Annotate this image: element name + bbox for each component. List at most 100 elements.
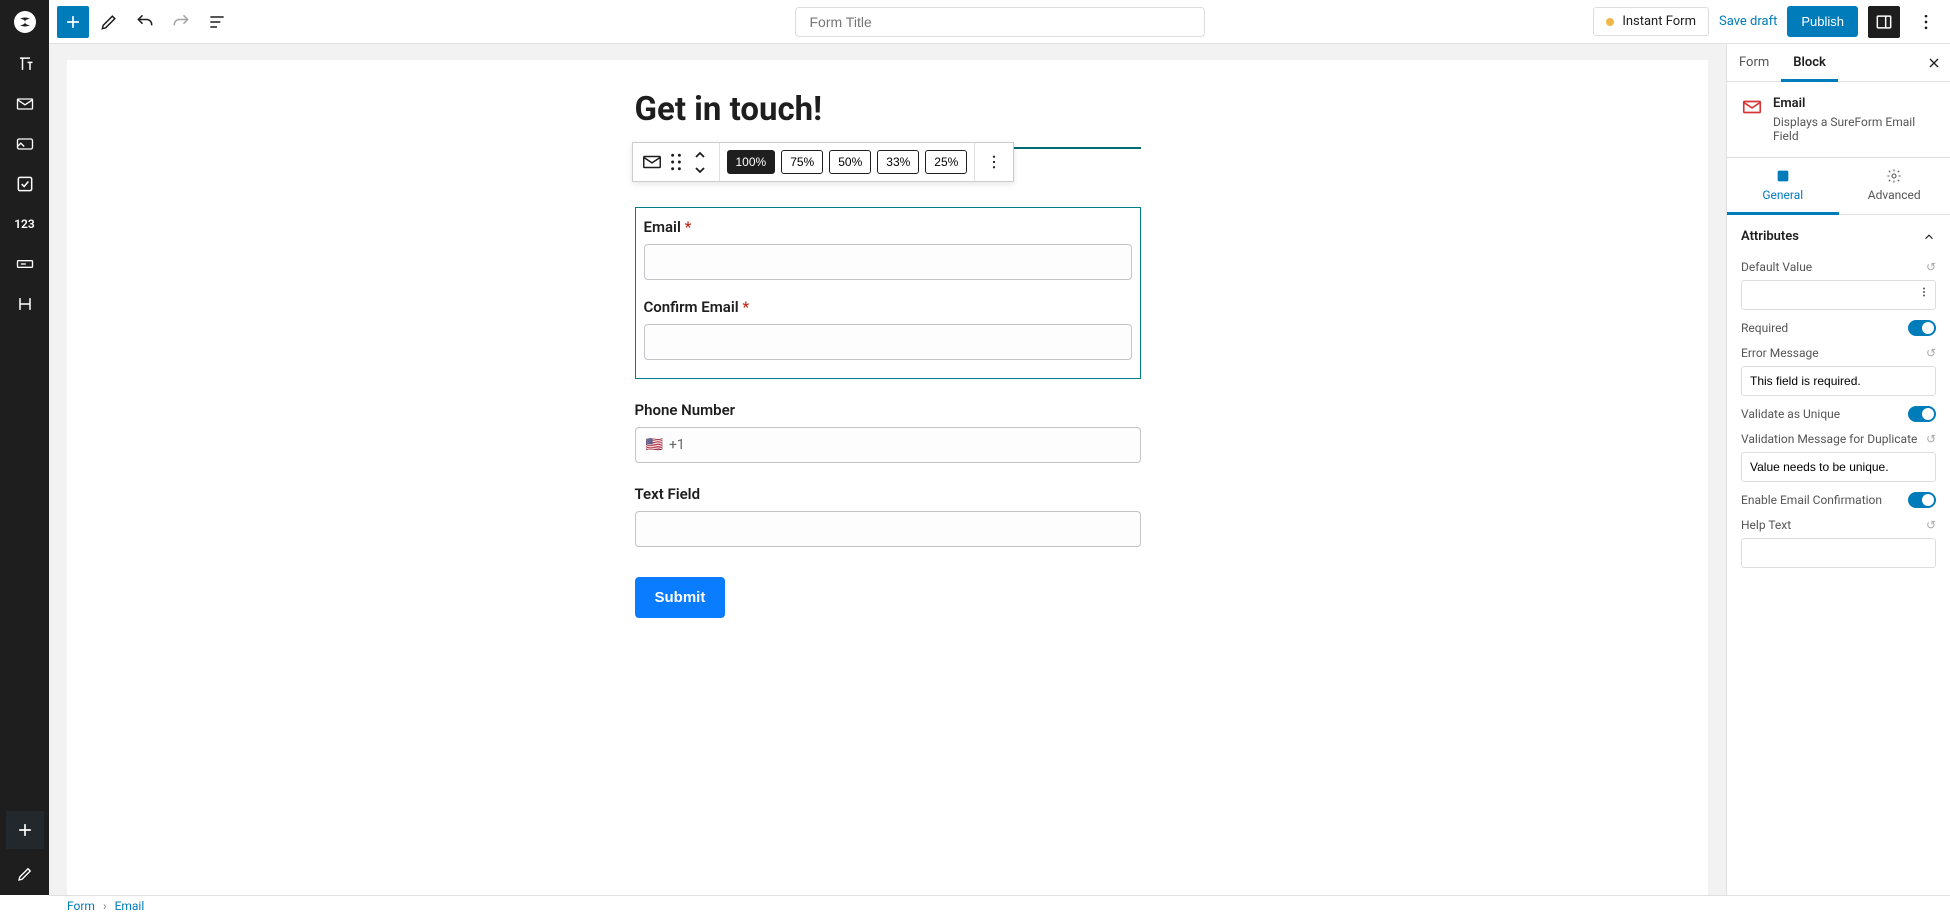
breadcrumb-current[interactable]: Email [115,899,145,913]
tab-form[interactable]: Form [1727,44,1781,81]
validate-unique-toggle[interactable] [1908,406,1936,422]
flag-icon[interactable]: 🇺🇸 [646,437,663,453]
add-block-button[interactable] [57,6,89,38]
rail-checkbox-field[interactable] [0,164,49,204]
block-header-icon [1741,96,1763,118]
attributes-toggle[interactable]: Attributes [1741,225,1936,250]
form-title-input[interactable] [795,7,1205,37]
move-up-button[interactable] [685,147,715,162]
more-options-button[interactable] [1910,6,1942,38]
rail-logo[interactable] [0,0,49,44]
rail-text-field[interactable] [0,44,49,84]
logo-icon [13,10,37,34]
reset-icon[interactable]: ↺ [1926,518,1936,532]
attr-validate-unique: Validate as Unique [1741,406,1936,422]
publish-button[interactable]: Publish [1787,6,1858,37]
width-100[interactable]: 100% [727,150,776,174]
phone-prefix: +1 [669,437,685,453]
confirm-email-input[interactable] [644,324,1132,360]
kebab-icon [985,153,1003,171]
block-type-button[interactable] [637,147,667,177]
required-label: Required [1741,321,1788,335]
gear-icon [1886,168,1902,184]
block-header-title: Email [1773,96,1936,111]
validation-dup-label: Validation Message for Duplicate [1741,432,1917,446]
width-33[interactable]: 33% [877,150,919,174]
required-toggle[interactable] [1908,320,1936,336]
block-toolbar: 100% 75% 50% 33% 25% [632,142,1015,182]
phone-input-wrap[interactable]: 🇺🇸 +1 [635,427,1141,463]
save-draft-button[interactable]: Save draft [1719,14,1777,29]
redo-button[interactable] [165,6,197,38]
sidebar-close-button[interactable] [1918,55,1950,71]
form-area: Get in touch! [635,90,1141,618]
enable-confirmation-toggle[interactable] [1908,492,1936,508]
breadcrumb-root[interactable]: Form [67,899,95,913]
tools-button[interactable] [93,6,125,38]
error-message-input[interactable] [1741,366,1936,396]
email-label-text: Email [644,218,681,236]
topbar-center [795,7,1205,37]
plus-icon [15,820,35,840]
attr-help-text: Help Text ↺ [1741,518,1936,568]
form-heading[interactable]: Get in touch! [635,90,1141,149]
attributes-section: Attributes Default Value ↺ Required [1727,215,1950,578]
document-overview-button[interactable] [201,6,233,38]
undo-button[interactable] [129,6,161,38]
card-icon [15,134,35,154]
phone-block[interactable]: Phone Number 🇺🇸 +1 [635,401,1141,463]
confirm-email-label-text: Confirm Email [644,298,739,316]
reset-icon[interactable]: ↺ [1926,346,1936,360]
email-input[interactable] [644,244,1132,280]
validation-dup-input[interactable] [1741,452,1936,482]
editor-canvas[interactable]: Get in touch! [49,44,1726,915]
submit-button[interactable]: Submit [635,577,726,618]
subtab-general[interactable]: General [1727,158,1839,215]
checkbox-icon [15,174,35,194]
email-block-selected[interactable]: Email * Confirm Email * [635,207,1141,379]
drag-handle[interactable] [667,147,685,177]
rail-email-field[interactable] [0,84,49,124]
heading-icon [15,294,35,314]
slider-icon [15,254,35,274]
width-25[interactable]: 25% [925,150,967,174]
subtab-advanced-label: Advanced [1868,188,1921,202]
subtab-advanced[interactable]: Advanced [1839,158,1950,214]
rail-slider-field[interactable] [0,244,49,284]
instant-form-toggle[interactable]: Instant Form [1593,7,1709,36]
rail-number-field[interactable]: 123 [0,204,49,244]
kebab-icon [1918,284,1930,300]
attr-error-message: Error Message ↺ [1741,346,1936,396]
move-down-button[interactable] [685,162,715,177]
text-block[interactable]: Text Field [635,485,1141,547]
width-controls: 100% 75% 50% 33% 25% [720,143,976,181]
subtab-general-label: General [1762,188,1803,202]
validate-unique-label: Validate as Unique [1741,407,1840,421]
settings-panel-toggle[interactable] [1868,6,1900,38]
width-50[interactable]: 50% [829,150,871,174]
rail-edit-button[interactable] [0,857,49,891]
main-layout: 123 Get in touch! [0,44,1950,915]
plus-icon [63,12,83,32]
help-text-input[interactable] [1741,538,1936,568]
rail-card-field[interactable] [0,124,49,164]
status-dot-icon [1606,18,1614,26]
sidebar-block-header: Email Displays a SureForm Email Field [1727,82,1950,158]
reset-icon[interactable]: ↺ [1926,432,1936,446]
width-75[interactable]: 75% [781,150,823,174]
pencil-icon [99,12,119,32]
tab-block[interactable]: Block [1781,44,1838,81]
rail-heading-field[interactable] [0,284,49,324]
rail-add-block[interactable] [6,811,44,849]
input-options-button[interactable] [1918,284,1930,300]
block-more-button[interactable] [979,147,1009,177]
breadcrumb: Form › Email [49,895,1950,915]
reset-icon[interactable]: ↺ [1926,260,1936,274]
instant-form-label: Instant Form [1622,14,1696,29]
attr-default-value: Default Value ↺ [1741,260,1936,310]
drag-icon [669,153,683,171]
default-value-input[interactable] [1741,280,1936,310]
email-icon [641,151,663,173]
sidebar-subtabs: General Advanced [1727,158,1950,215]
text-field-input[interactable] [635,511,1141,547]
